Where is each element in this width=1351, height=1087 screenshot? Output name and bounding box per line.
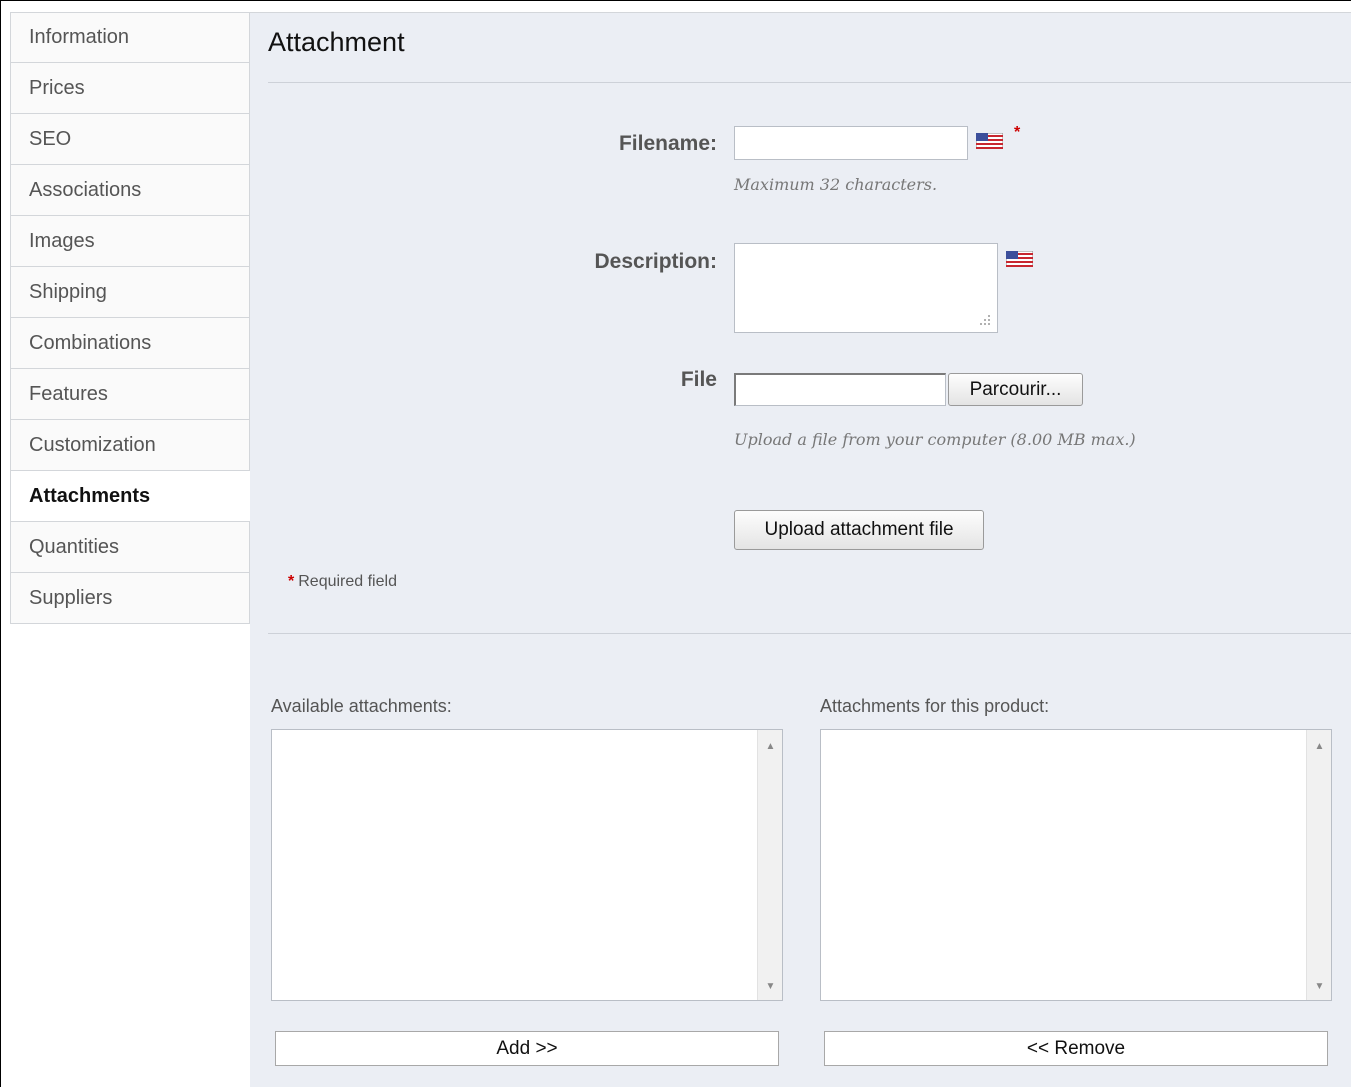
tab-images[interactable]: Images: [10, 216, 250, 267]
browse-button[interactable]: Parcourir...: [948, 373, 1083, 406]
tab-attachments[interactable]: Attachments: [10, 471, 250, 522]
tab-seo[interactable]: SEO: [10, 114, 250, 165]
description-textarea[interactable]: [734, 243, 998, 333]
tab-features[interactable]: Features: [10, 369, 250, 420]
remove-attachment-button[interactable]: << Remove: [824, 1031, 1328, 1066]
resize-handle-icon[interactable]: [979, 314, 991, 326]
available-attachments-list[interactable]: ▲ ▼: [271, 729, 783, 1001]
file-label: File: [680, 368, 717, 391]
scroll-up-arrow-icon[interactable]: ▲: [758, 736, 783, 756]
attachment-panel: Attachment Filename: * Maximum 32 charac…: [250, 12, 1351, 1087]
product-tabs-sidebar: Information Prices SEO Associations Imag…: [10, 12, 250, 624]
file-hint: Upload a file from your computer (8.00 M…: [734, 430, 1136, 449]
tab-customization[interactable]: Customization: [10, 420, 250, 471]
us-flag-icon[interactable]: [976, 133, 1003, 149]
tab-shipping[interactable]: Shipping: [10, 267, 250, 318]
title-divider: [268, 82, 1351, 83]
available-scrollbar[interactable]: ▲ ▼: [757, 730, 782, 1000]
tab-associations[interactable]: Associations: [10, 165, 250, 216]
page-title: Attachment: [268, 27, 405, 57]
tab-prices[interactable]: Prices: [10, 63, 250, 114]
required-field-note: * Required field: [288, 573, 397, 591]
required-note-text: Required field: [298, 573, 397, 590]
scroll-down-arrow-icon[interactable]: ▼: [1307, 976, 1332, 996]
required-star: *: [288, 573, 295, 590]
tab-quantities[interactable]: Quantities: [10, 522, 250, 573]
product-scrollbar[interactable]: ▲ ▼: [1306, 730, 1331, 1000]
upload-attachment-button[interactable]: Upload attachment file: [734, 510, 984, 550]
filename-hint: Maximum 32 characters.: [734, 175, 938, 194]
product-attachments-list[interactable]: ▲ ▼: [820, 729, 1332, 1001]
scroll-down-arrow-icon[interactable]: ▼: [758, 976, 783, 996]
form-divider: [268, 633, 1351, 634]
required-marker: *: [1014, 124, 1021, 141]
tab-suppliers[interactable]: Suppliers: [10, 573, 250, 624]
tab-combinations[interactable]: Combinations: [10, 318, 250, 369]
filename-label: Filename:: [618, 132, 717, 155]
scroll-up-arrow-icon[interactable]: ▲: [1307, 736, 1332, 756]
filename-input[interactable]: [734, 126, 968, 160]
tab-information[interactable]: Information: [10, 12, 250, 63]
description-label: Description:: [594, 250, 717, 273]
us-flag-icon[interactable]: [1006, 251, 1033, 267]
available-attachments-label: Available attachments:: [271, 696, 452, 716]
product-attachments-label: Attachments for this product:: [820, 696, 1050, 716]
file-path-input[interactable]: [734, 373, 946, 406]
add-attachment-button[interactable]: Add >>: [275, 1031, 779, 1066]
